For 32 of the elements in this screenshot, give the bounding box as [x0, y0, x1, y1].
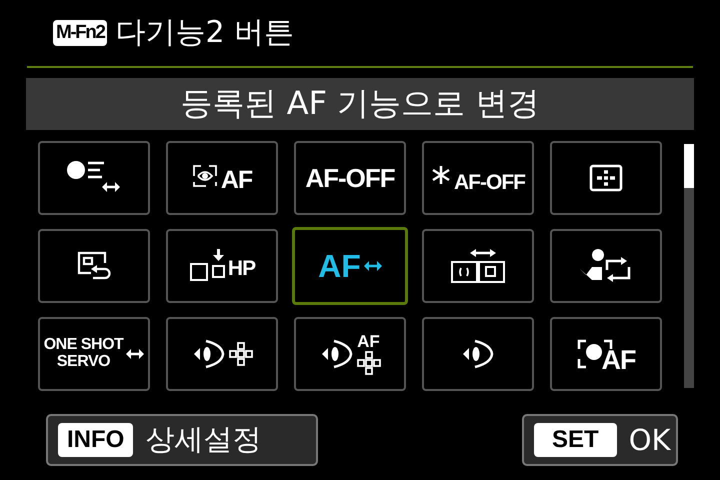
asterisk-icon [431, 165, 451, 185]
area-switch-icon [450, 248, 506, 284]
squares-down-arrow-icon [188, 249, 225, 283]
function-option[interactable] [550, 229, 662, 303]
function-option[interactable]: AF-OFF [294, 141, 406, 215]
af-points-icon [228, 342, 252, 366]
eye-icon [461, 339, 495, 369]
function-option[interactable]: HP [166, 229, 278, 303]
info-detail-button[interactable]: INFO 상세설정 [46, 414, 318, 466]
screen-title: 다기능2 버튼 [115, 14, 294, 52]
function-option[interactable]: AF [550, 317, 662, 391]
double-arrow-icon [126, 349, 144, 359]
double-arrow-icon [364, 261, 382, 271]
function-option[interactable]: AF [292, 227, 408, 305]
eye-icon [192, 339, 226, 369]
button-badge: M-Fn2 [53, 20, 108, 46]
eye-icon [320, 339, 354, 369]
function-option[interactable]: ONE SHOT SERVO [38, 317, 150, 391]
function-option[interactable]: AF [166, 141, 278, 215]
recall-icon [77, 251, 111, 281]
function-option[interactable] [38, 229, 150, 303]
function-option[interactable]: AF-OFF [422, 141, 534, 215]
af-point-icon [589, 164, 623, 192]
subtitle-bar: 등록된 AF 기능으로 변경 [26, 78, 694, 130]
af-points-icon [356, 351, 380, 375]
function-option[interactable] [550, 141, 662, 215]
function-option[interactable]: AF [294, 317, 406, 391]
set-ok-button[interactable]: SET OK [522, 414, 678, 466]
function-option[interactable] [422, 317, 534, 391]
function-option[interactable] [38, 141, 150, 215]
function-option[interactable] [166, 317, 278, 391]
function-option[interactable] [422, 229, 534, 303]
